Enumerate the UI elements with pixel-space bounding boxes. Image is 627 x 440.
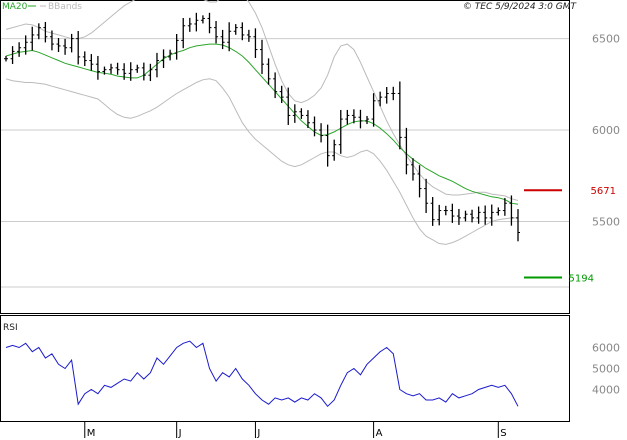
price-bar-38 — [253, 28, 258, 58]
price-bar-0 — [4, 55, 8, 62]
price-bar-58 — [384, 86, 389, 104]
price-bar-75 — [496, 207, 501, 216]
price-tick-label-6000: 6000 — [592, 124, 620, 137]
price-bar-20 — [135, 64, 140, 73]
price-bar-51 — [338, 109, 343, 154]
rsi-tick-label-5000: 5000 — [592, 363, 620, 376]
price-bar-64 — [424, 178, 429, 214]
price-bar-2 — [17, 42, 22, 57]
rsi-panel-frame — [0, 315, 570, 422]
price-bar-68 — [450, 203, 455, 223]
price-bar-66 — [437, 204, 442, 226]
price-bar-26 — [174, 33, 179, 60]
price-bar-31 — [207, 12, 212, 34]
price-bar-59 — [391, 86, 396, 101]
price-bar-16 — [109, 63, 114, 74]
price-tick-label-5500: 5500 — [592, 216, 620, 229]
price-bar-47 — [312, 116, 317, 137]
price-bar-25 — [168, 49, 173, 61]
price-bar-35 — [233, 24, 238, 35]
price-bar-29 — [194, 12, 199, 32]
price-bar-63 — [417, 165, 422, 198]
copyright-text: © TEC 5/9/2024 3:0 GMT — [463, 2, 578, 12]
price-bar-36 — [240, 22, 245, 41]
price-bar-22 — [148, 63, 153, 82]
month-label-4: S — [500, 428, 506, 439]
price-bar-50 — [332, 139, 337, 161]
price-tick-label-6500: 6500 — [592, 33, 620, 46]
price-bar-13 — [89, 54, 94, 71]
price-bar-5 — [36, 23, 41, 40]
bollinger-bands — [5, 0, 519, 245]
rsi-series-line — [5, 340, 519, 408]
price-bar-21 — [141, 62, 146, 81]
legend-ma20-label: MA20 — [2, 2, 28, 12]
price-bar-8 — [56, 37, 61, 52]
price-bar-9 — [63, 38, 68, 55]
rsi-axis-labels: 4000 5000 6000 — [592, 342, 620, 397]
price-bar-41 — [273, 72, 278, 99]
price-bars — [4, 12, 520, 242]
price-bar-30 — [200, 15, 205, 24]
price-bar-43 — [286, 87, 291, 125]
price-bar-39 — [260, 39, 264, 74]
price-bar-49 — [325, 124, 330, 167]
price-bar-17 — [115, 62, 120, 75]
price-bar-70 — [463, 210, 468, 222]
price-panel-frame — [0, 0, 570, 314]
price-bar-62 — [410, 158, 415, 181]
price-bar-28 — [187, 17, 192, 32]
rsi-panel-title: RSI — [3, 323, 18, 333]
price-bar-11 — [76, 31, 81, 65]
price-bar-69 — [456, 208, 461, 225]
price-bar-56 — [371, 93, 376, 127]
price-bar-60 — [397, 81, 402, 150]
legend: MA20 BBands — [2, 2, 82, 12]
price-bar-37 — [246, 29, 251, 42]
bbands-upper-line — [5, 0, 519, 201]
month-label-2: J — [256, 428, 260, 439]
price-bar-55 — [365, 115, 370, 125]
bbands-lower-line — [5, 78, 518, 245]
price-bar-14 — [95, 55, 100, 80]
price-bar-45 — [299, 108, 304, 119]
price-bar-10 — [69, 33, 74, 53]
month-label-3: A — [376, 428, 383, 439]
price-bar-54 — [358, 109, 363, 129]
price-bar-52 — [345, 109, 350, 125]
rsi-line — [5, 340, 519, 408]
rsi-tick-label-6000: 6000 — [592, 342, 620, 355]
month-label-1: J — [178, 428, 182, 439]
month-label-0: M — [87, 428, 96, 439]
price-bar-24 — [161, 49, 166, 69]
stock-chart: 5671 5194 5500 6000 6500 4000 5000 6000 M J J A S… — [0, 0, 620, 439]
price-bar-12 — [82, 51, 87, 67]
month-axis: MJJAS — [84, 422, 507, 439]
rsi-tick-label-4000: 4000 — [592, 384, 620, 397]
price-bar-67 — [443, 205, 448, 216]
support-level-label: 5194 — [569, 274, 594, 285]
price-bar-27 — [181, 17, 186, 49]
price-bar-32 — [214, 20, 219, 44]
price-bar-40 — [266, 58, 271, 85]
price-bar-71 — [470, 209, 475, 223]
price-bar-1 — [10, 46, 15, 64]
price-bar-33 — [220, 29, 225, 50]
price-bar-61 — [404, 127, 409, 175]
price-bar-48 — [319, 123, 324, 143]
resistance-level-label: 5671 — [591, 186, 616, 197]
price-bar-78 — [516, 209, 520, 242]
legend-bbands-label: BBands — [48, 2, 82, 12]
price-axis-labels: 5500 6000 6500 — [592, 33, 620, 229]
price-bar-44 — [292, 104, 297, 123]
